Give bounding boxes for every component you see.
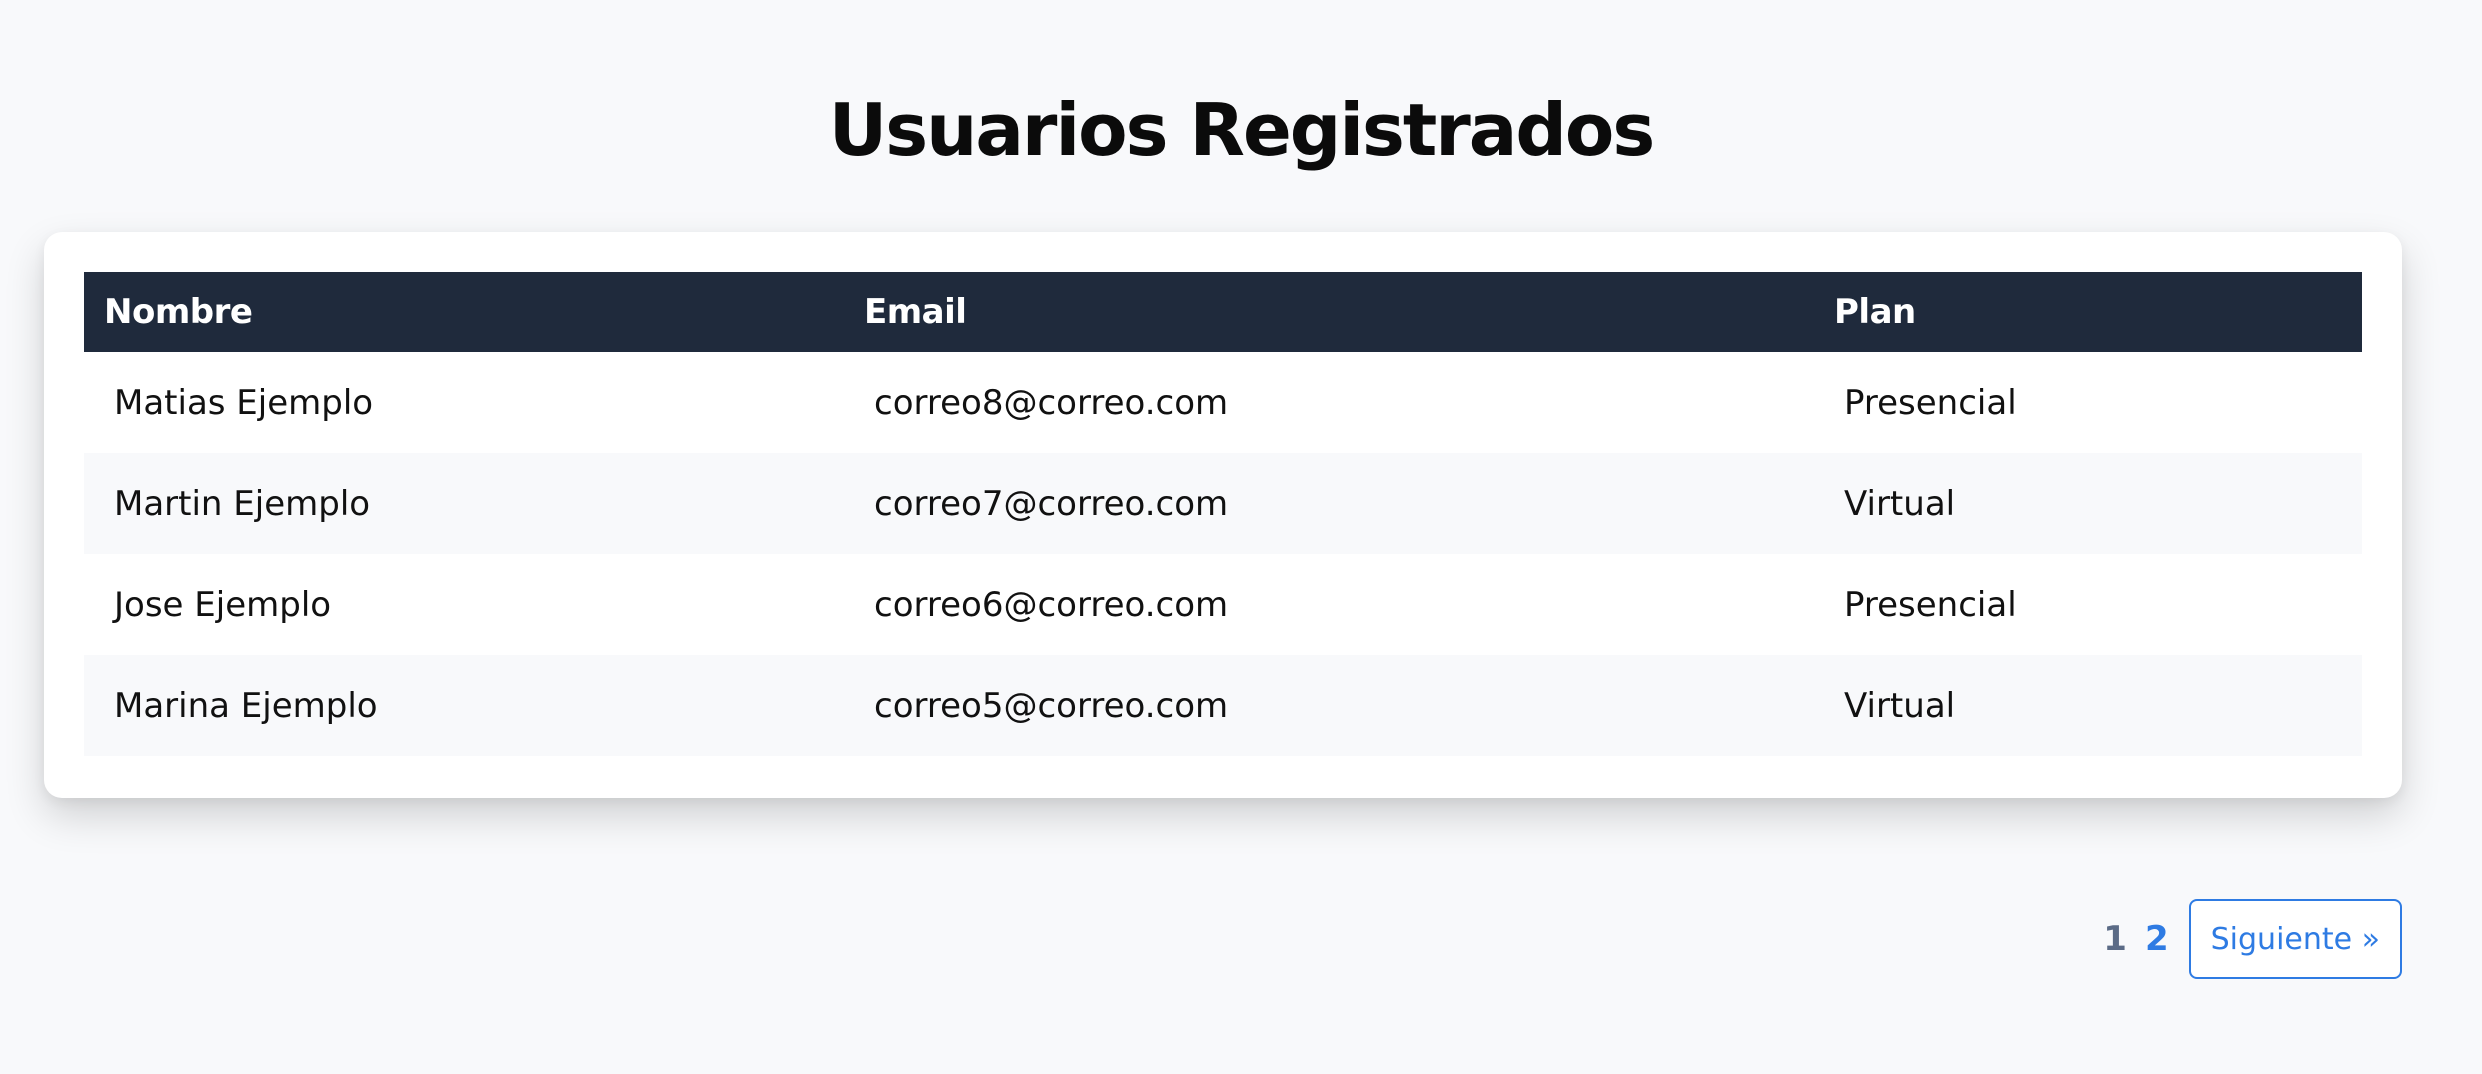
table-row: Marina Ejemplo correo5@correo.com Virtua…	[84, 655, 2362, 756]
table-row: Jose Ejemplo correo6@correo.com Presenci…	[84, 554, 2362, 655]
cell-name: Jose Ejemplo	[114, 584, 332, 625]
column-header-email: Email	[864, 292, 967, 332]
users-table: Nombre Email Plan Matias Ejemplo correo8…	[84, 272, 2362, 756]
page-link-2[interactable]: 2	[2145, 919, 2169, 959]
cell-email: correo6@correo.com	[874, 584, 1229, 625]
cell-name: Marina Ejemplo	[114, 685, 378, 726]
table-header-row: Nombre Email Plan	[84, 272, 2362, 352]
cell-plan: Virtual	[1844, 483, 1956, 524]
next-page-button[interactable]: Siguiente »	[2188, 899, 2402, 979]
cell-email: correo5@correo.com	[874, 685, 1229, 726]
cell-name: Martin Ejemplo	[114, 483, 371, 524]
column-header-name: Nombre	[104, 292, 253, 332]
table-row: Matias Ejemplo correo8@correo.com Presen…	[84, 352, 2362, 453]
table-header: Nombre Email Plan	[84, 272, 2362, 352]
users-table-card: Nombre Email Plan Matias Ejemplo correo8…	[44, 232, 2402, 798]
pagination: 1 2 Siguiente »	[2103, 898, 2402, 980]
page-link-1[interactable]: 1	[2103, 919, 2127, 959]
page-title: Usuarios Registrados	[828, 88, 1655, 172]
cell-plan: Presencial	[1844, 584, 2017, 625]
cell-email: correo7@correo.com	[874, 483, 1229, 524]
cell-email: correo8@correo.com	[874, 382, 1229, 423]
table-row: Martin Ejemplo correo7@correo.com Virtua…	[84, 453, 2362, 554]
cell-plan: Virtual	[1844, 685, 1956, 726]
table-body: Matias Ejemplo correo8@correo.com Presen…	[84, 352, 2362, 756]
cell-name: Matias Ejemplo	[114, 382, 374, 423]
cell-plan: Presencial	[1844, 382, 2017, 423]
column-header-plan: Plan	[1834, 292, 1916, 332]
